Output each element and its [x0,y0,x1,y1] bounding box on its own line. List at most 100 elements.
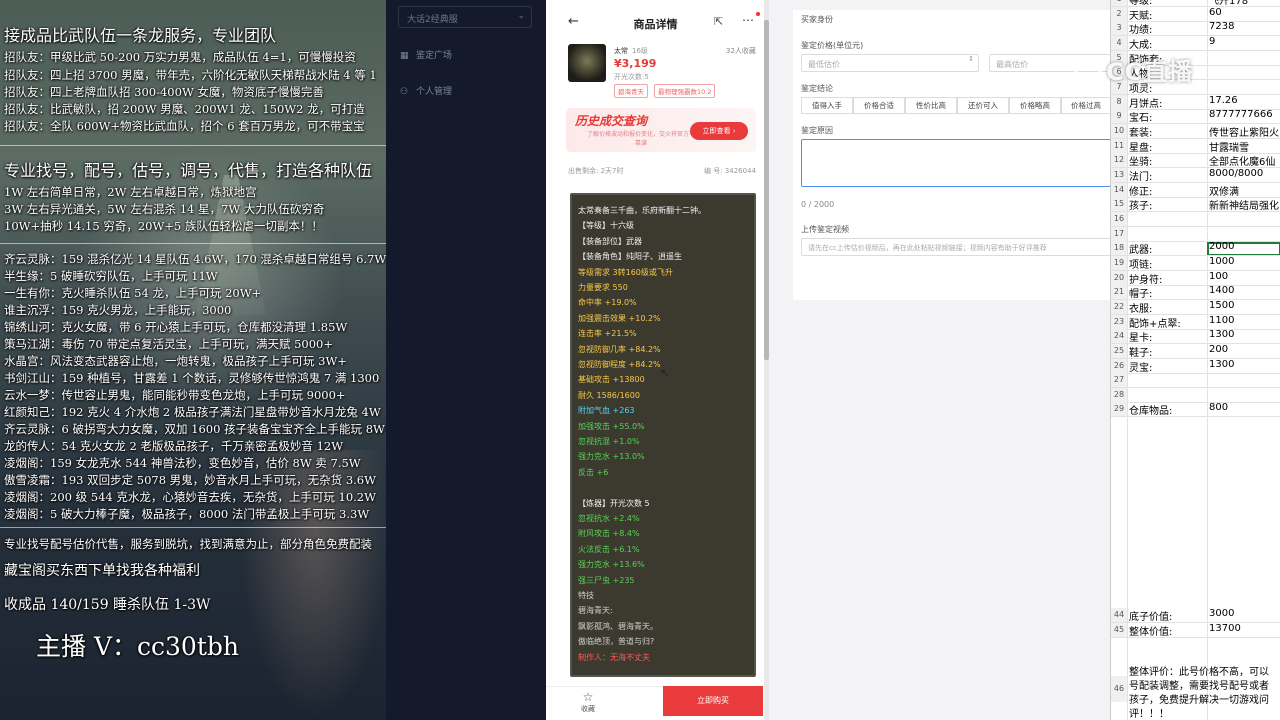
cell-label[interactable]: 配饰+点翠: [1129,315,1181,330]
cell-value[interactable]: 1500 [1209,300,1280,311]
row-number: 23 [1111,314,1127,329]
detail-line: 忽视防御程度 +84.2% [578,360,661,369]
cell-label[interactable]: 底子价值: [1129,608,1172,623]
evaluation-line: 号配装调整，需要找号配号或者 [1129,681,1269,692]
detail-line: 特技 [578,591,594,600]
stepper-icon[interactable]: ⇕ [968,55,974,63]
chip-negotiable[interactable]: 还价可入 [957,97,1009,114]
section-title: 买家身份 [801,15,833,24]
nav-item-appraisal-square[interactable]: ▦ 鉴定广场 [400,48,452,61]
cell-value[interactable]: 8777777666 [1209,109,1280,120]
listing-line: 云水一梦：传世容止男鬼，能同能秒带变色龙炮，上手可玩 9000+ [4,388,346,402]
server-select[interactable]: 大话2经典服 ⌄ [398,6,532,28]
cell-label[interactable]: 衣服: [1129,300,1152,315]
listing-line: 一生有你：克火睡杀队伍 54 龙，上手可玩 20W+ [4,286,262,300]
cell-label[interactable]: 大成: [1129,36,1152,51]
recruit-line: 招队友：甲级比武 50-200 万实力男鬼，成品队伍 4=1，可慢慢投资 [4,50,356,64]
divider [0,243,386,244]
cell-value[interactable]: 1300 [1209,329,1280,340]
reason-textarea[interactable] [801,139,1111,187]
detail-line: 加强攻击 +55.0% [578,421,645,431]
more-icon[interactable]: ⋯ [742,13,754,27]
cell-label[interactable]: 项链: [1129,256,1152,271]
chip-fair-price[interactable]: 价格合适 [853,97,905,114]
cell-label[interactable]: 坐骑: [1129,153,1152,168]
item-tag: 最物理强霸数10.2 [654,84,716,98]
cell-label[interactable]: 整体价值: [1129,623,1172,638]
chip-slightly-high[interactable]: 价格略高 [1009,97,1061,114]
overlay-header: 接成品比武队伍一条龙服务，专业团队 [4,26,277,45]
cell-value[interactable]: 新新神结局强化 [1209,197,1280,212]
cell-value[interactable]: 9 [1209,36,1280,47]
cell-value[interactable]: 100 [1209,271,1280,282]
evaluation-line: 评！！！ [1129,709,1169,720]
cell-label[interactable]: 星卡: [1129,329,1152,344]
cell-value[interactable]: 8000/8000 [1209,168,1280,179]
cell-value[interactable]: 1100 [1209,315,1280,326]
cell-value[interactable]: 1000 [1209,256,1280,267]
divider [0,527,386,528]
cell-value[interactable]: 1400 [1209,285,1280,296]
cell-label[interactable]: 法门: [1129,168,1152,183]
row-number: 16 [1111,211,1127,226]
cell-label[interactable]: 月饼点: [1129,95,1162,110]
chip-too-high[interactable]: 价格过高 [1061,97,1111,114]
chip-worth-buying[interactable]: 值得入手 [801,97,853,114]
chevron-down-icon: ⌄ [517,11,525,21]
cell-label[interactable]: 修正: [1129,183,1152,198]
char-counter: 0 / 2000 [801,200,835,209]
cell-label[interactable]: 灵宝: [1129,359,1152,374]
appraisal-form-pane: 买家身份 鉴定价格(单位元) 最低估价 ⇕ 最高估价 鉴定结论 值得入手 价格合适… [769,0,1113,720]
cell-value[interactable]: 传世容止紫阳火 [1209,124,1280,139]
detail-line: 基础攻击 +13800 [578,375,645,385]
cell-value[interactable]: 双修满 [1209,183,1280,198]
min-price-input[interactable]: 最低估价 ⇕ [801,54,979,72]
favorite-button[interactable]: ☆ 收藏 [576,690,600,714]
cell-label[interactable]: 武器: [1129,241,1152,256]
cell-label[interactable]: 仓库物品: [1129,402,1172,417]
chip-cost-effective[interactable]: 性价比高 [905,97,957,114]
cell-value[interactable]: 17.26 [1209,95,1280,106]
share-icon[interactable]: ⇱ [714,15,723,28]
history-banner[interactable]: 历史成交查询 了解价格波动和报价变化，交火将官方不靠谱 立即查看 › [566,108,756,152]
cube-icon: ▦ [400,51,409,61]
cell-value[interactable]: 3000 [1209,608,1280,619]
cell-value[interactable]: 全部点化魔6仙 [1209,153,1280,168]
video-link-input[interactable]: 请先在cc上传估价视频后，再在此处粘贴视频链接；视频内容有助于好评推荐 [801,238,1111,256]
recruit-line: 招队友：四上老牌血队招 300-400W 女魔，物资底子慢慢完善 [4,85,324,99]
cell-value[interactable]: 60 [1209,7,1280,18]
recruit-line: 招队友：比武敏队，招 200W 男魔、200W1 龙、150W2 龙，可打造 [4,102,365,116]
listing-line: 锦绣山河：克火女魔，带 6 开心猿上手可玩，仓库都没清理 1.85W [4,320,348,334]
cell-value[interactable]: 200 [1209,344,1280,355]
cell-label[interactable]: 宝石: [1129,109,1152,124]
cell-value[interactable]: 甘露瑞雪 [1209,139,1280,154]
cell-label[interactable]: 套装: [1129,124,1152,139]
stream-overlay: 接成品比武队伍一条龙服务，专业团队 招队友：甲级比武 50-200 万实力男鬼，… [0,0,386,720]
cell-value[interactable]: 800 [1209,402,1280,413]
cell-label[interactable]: 帽子: [1129,285,1152,300]
cell-label[interactable]: 鞋子: [1129,344,1152,359]
view-now-button[interactable]: 立即查看 › [690,122,748,140]
listing-line: 半生缘：5 破睡砍穷队伍，上手可玩 11W [4,269,218,283]
cell-label[interactable]: 天赋: [1129,7,1152,22]
cell-value[interactable]: 1300 [1209,359,1280,370]
cell-value[interactable]: 2000 [1209,241,1280,252]
buy-now-button[interactable]: 立即购买 [663,686,763,716]
detail-line: 飘影孤鸿、碧海青天。 [578,621,658,631]
cell-label[interactable]: 孩子: [1129,197,1152,212]
item-tag: 碧海青天 [614,84,648,98]
cell-value[interactable]: 7238 [1209,21,1280,32]
cell-label[interactable]: 星盘: [1129,139,1152,154]
row-number: 45 [1111,623,1127,637]
item-thumbnail[interactable] [568,44,606,82]
cell-value[interactable]: 13700 [1209,623,1280,634]
recruit-line: 招队友：全队 600W+物资比武血队，招个 6 套百万男龙，可不带宝宝 [4,119,365,133]
row-number: 26 [1111,358,1127,373]
nav-item-personal[interactable]: ⚇ 个人管理 [400,84,452,97]
detail-line: 忽视抗混 +1.0% [578,437,640,446]
cell-label[interactable]: 护身符: [1129,271,1162,286]
row-number: 46 [1111,676,1127,702]
detail-line: 【装备角色】纯阳子、逍遥生 [578,252,682,262]
cell-label[interactable]: 功绩: [1129,21,1152,36]
row-number: 28 [1111,387,1127,402]
